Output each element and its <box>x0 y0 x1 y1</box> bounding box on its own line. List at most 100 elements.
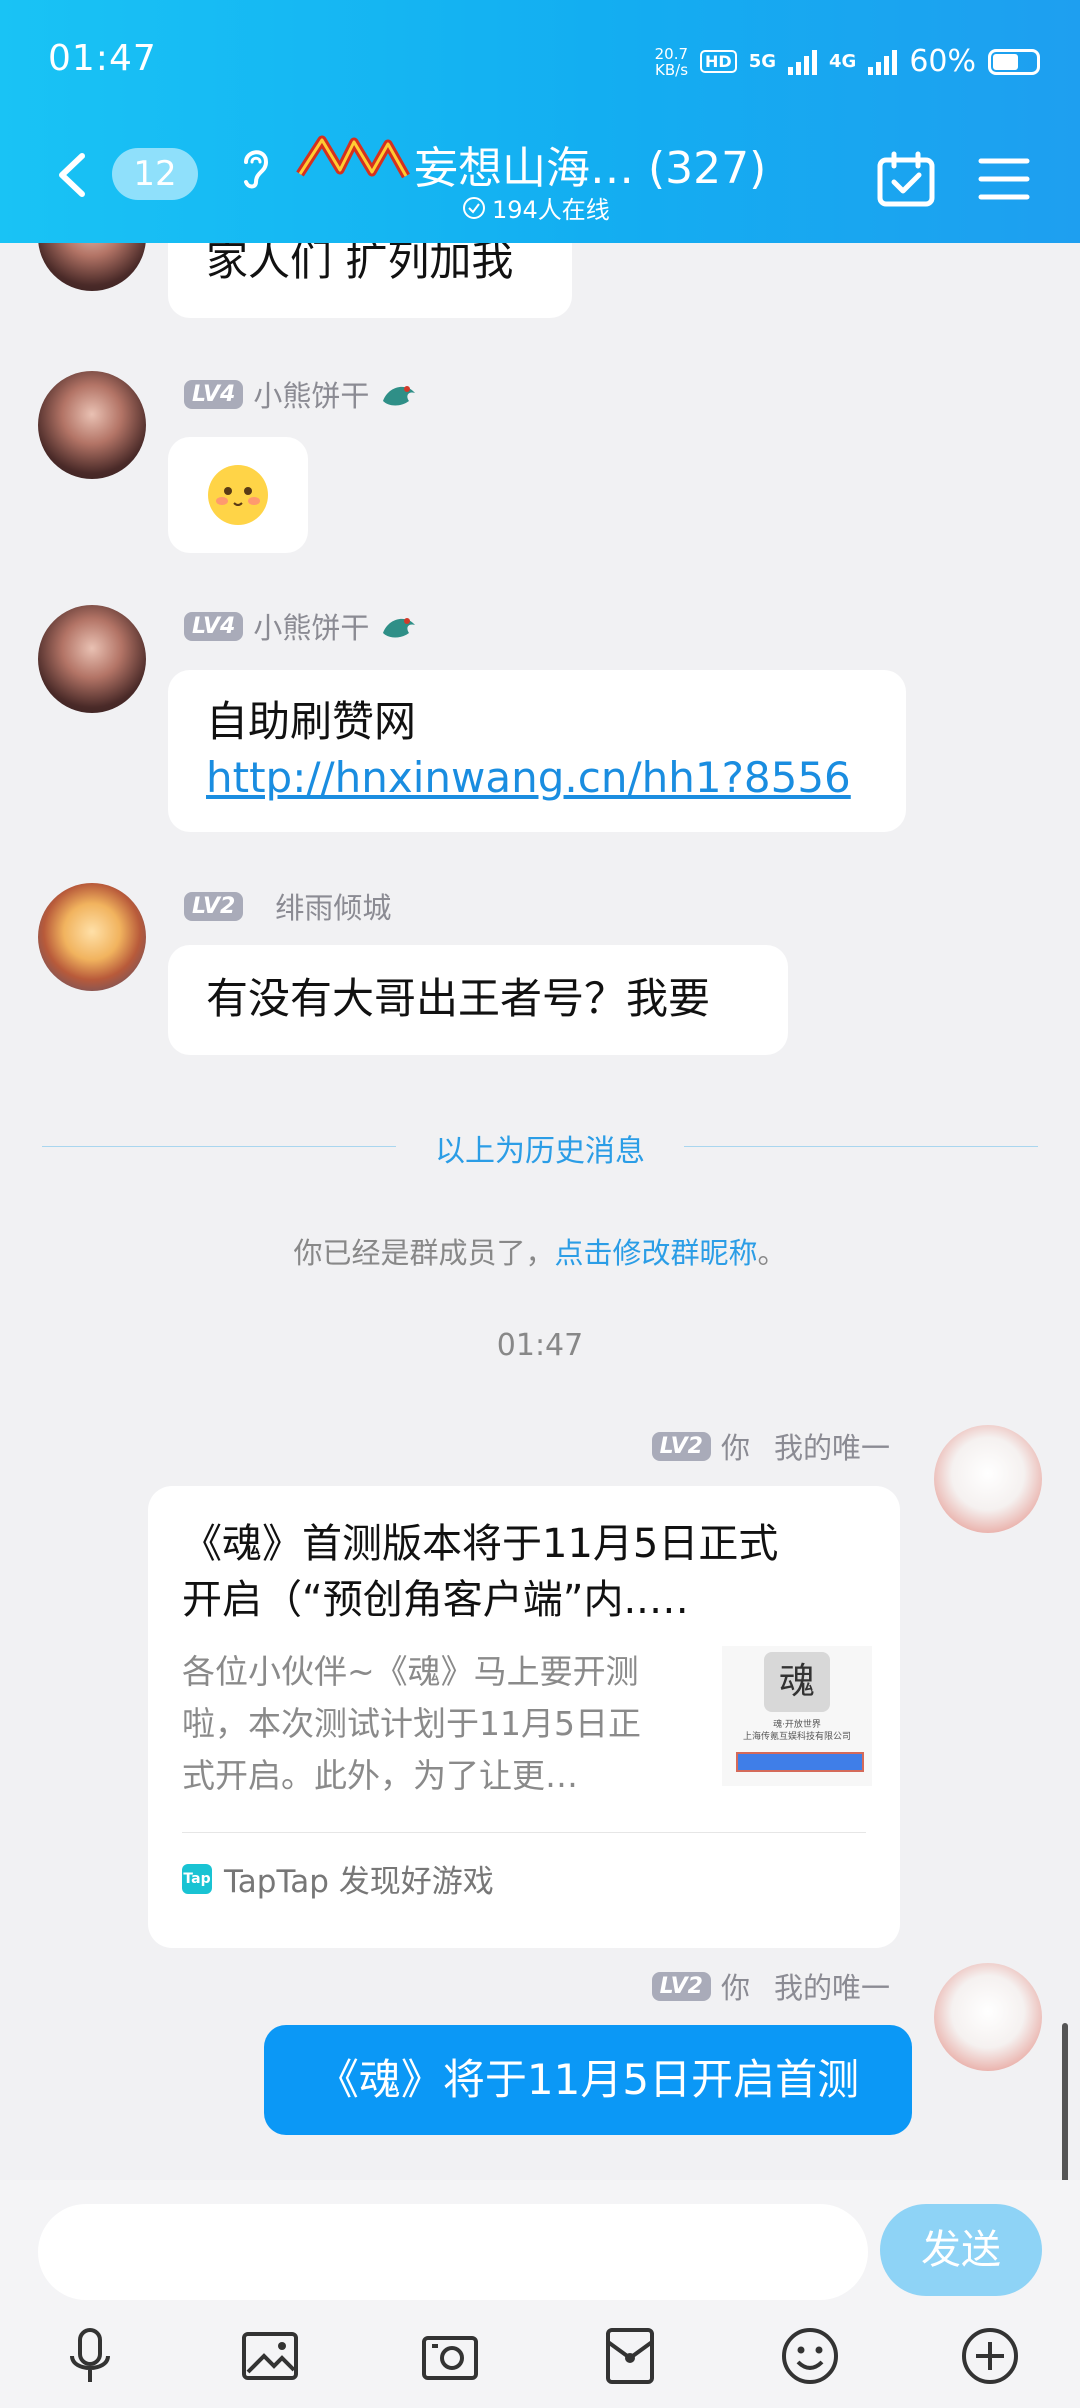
message-text: 家人们 扩列加我 <box>206 243 514 285</box>
send-button[interactable]: 发送 <box>880 2204 1042 2296</box>
share-card-source: Tap TapTap 发现好游戏 <box>182 1856 494 1901</box>
sender-info: LV2 你 我的唯一 <box>651 1425 890 1467</box>
status-bar: 01:47 20.7 KB/s HD 5G 4G 60% <box>48 38 1040 88</box>
online-check-icon <box>463 196 485 219</box>
avatar[interactable] <box>38 883 146 991</box>
thumbnail-publisher: 上海传氪互娱科技有限公司 <box>742 1732 851 1742</box>
level-badge: LV2 <box>184 891 244 921</box>
avatar[interactable] <box>38 243 146 291</box>
share-card-title-line: 《魂》首测版本将于11月5日正式 <box>182 1521 779 1567</box>
thumbnail-game-logo: 魂 <box>764 1652 830 1712</box>
avatar[interactable] <box>38 371 146 479</box>
divider-line <box>684 1146 1038 1147</box>
status-icons: 20.7 KB/s HD 5G 4G 60% <box>655 44 1040 79</box>
group-logo-icon <box>296 135 410 179</box>
level-badge: LV2 <box>651 1431 711 1461</box>
sender-info: LV4 小熊饼干 <box>184 605 419 647</box>
edit-nickname-link[interactable]: 点击修改群昵称 <box>554 1236 757 1270</box>
shy-face-emoji-icon <box>208 465 268 525</box>
share-card-title: 《魂》首测版本将于11月5日正式 开启（“预创角客户端”内..… <box>182 1516 872 1628</box>
system-message-prefix: 你已经是群成员了， <box>293 1236 555 1270</box>
member-count: (327) <box>648 143 767 194</box>
online-status: 194人在线 <box>462 190 610 225</box>
group-title[interactable]: 妄想山海… (327) <box>414 132 766 196</box>
calendar-check-icon[interactable] <box>876 150 936 210</box>
share-card-desc-line: 式开启。此外，为了让更… <box>182 1756 578 1795</box>
system-message: 你已经是群成员了，点击修改群昵称。 <box>0 1230 1080 1272</box>
menu-icon[interactable] <box>978 156 1030 202</box>
level-badge: LV4 <box>184 611 244 641</box>
signal-4g-icon <box>868 49 898 75</box>
level-badge: LV4 <box>184 379 244 409</box>
net-4g-label: 4G <box>829 51 857 72</box>
share-card-desc-line: 各位小伙伴~《魂》马上要开测 <box>182 1652 639 1691</box>
share-card[interactable]: 《魂》首测版本将于11月5日正式 开启（“预创角客户端”内..… 各位小伙伴~《… <box>148 1486 900 1948</box>
message-bubble[interactable]: 家人们 扩列加我 <box>168 243 572 318</box>
share-card-source-name: TapTap 发现好游戏 <box>224 1864 494 1900</box>
online-count: 194人在线 <box>492 196 610 224</box>
share-card-title-line: 开启（“预创角客户端”内..… <box>182 1577 689 1623</box>
dragon-badge-icon <box>383 618 416 638</box>
signal-5g-icon <box>788 49 817 75</box>
my-message-bubble[interactable]: 《魂》将于11月5日开启首测 <box>264 2025 912 2135</box>
share-card-thumbnail: 魂 魂·开放世界 上海传氪互娱科技有限公司 <box>722 1646 872 1786</box>
emoji-icon[interactable] <box>778 2324 842 2388</box>
netspeed-value: 20.7 <box>654 44 689 63</box>
message-text: 自助刷赞网 <box>206 697 417 746</box>
red-packet-icon[interactable] <box>598 2324 662 2388</box>
message-bubble[interactable] <box>168 437 308 553</box>
share-card-description: 各位小伙伴~《魂》马上要开测 啦，本次测试计划于11月5日正 式开启。此外，为了… <box>182 1646 702 1802</box>
plus-icon[interactable] <box>958 2324 1022 2388</box>
hd-icon: HD <box>700 50 737 73</box>
netspeed-unit: KB/s <box>655 60 689 79</box>
level-badge: LV2 <box>651 1971 711 2001</box>
share-card-desc-line: 啦，本次测试计划于11月5日正 <box>182 1704 641 1743</box>
unread-count-badge[interactable]: 12 <box>112 148 198 200</box>
message-timestamp: 01:47 <box>496 1328 584 1363</box>
message-list[interactable]: 家人们 扩列加我 LV4 小熊饼干 LV4 小熊饼干 自助刷赞网 http://… <box>0 243 1080 2180</box>
earpiece-mode-icon[interactable] <box>234 142 274 192</box>
mic-icon[interactable] <box>58 2324 122 2388</box>
thumbnail-button <box>736 1752 864 1772</box>
history-divider: 以上为历史消息 <box>42 1126 1038 1169</box>
sender-info: LV2 绯雨倾城 <box>184 885 391 927</box>
thumbnail-caption: 魂·开放世界 <box>773 1720 821 1730</box>
my-avatar[interactable] <box>934 1963 1042 2071</box>
dragon-badge-icon <box>383 386 416 406</box>
back-icon[interactable] <box>52 150 92 200</box>
group-name: 妄想山海… <box>414 143 634 194</box>
share-card-separator <box>182 1832 866 1833</box>
my-avatar[interactable] <box>934 1425 1042 1533</box>
scrollbar[interactable] <box>1062 2023 1068 2180</box>
input-toolbar <box>0 2318 1080 2398</box>
status-time: 01:47 <box>48 38 157 79</box>
sender-you-label: 你 <box>720 1971 750 2005</box>
system-message-suffix: 。 <box>757 1236 787 1270</box>
message-input[interactable] <box>38 2204 868 2300</box>
sender-name[interactable]: 我的唯一 <box>774 1965 890 2007</box>
message-bubble[interactable]: 有没有大哥出王者号？我要 <box>168 945 788 1055</box>
sender-name[interactable]: 我的唯一 <box>774 1425 890 1467</box>
title-bar: 01:47 20.7 KB/s HD 5G 4G 60% 12 妄想山海… (3… <box>0 0 1080 243</box>
sender-name[interactable]: 绯雨倾城 <box>275 885 391 927</box>
chat-nav: 12 妄想山海… (327) 194人在线 <box>0 128 1080 228</box>
net-5g-label: 5G <box>748 51 776 72</box>
battery-fill <box>993 53 1018 70</box>
sender-name[interactable]: 小熊饼干 <box>253 373 369 415</box>
sender-info: LV2 你 我的唯一 <box>651 1965 890 2007</box>
history-divider-label: 以上为历史消息 <box>435 1134 645 1169</box>
image-icon[interactable] <box>238 2324 302 2388</box>
sender-you-label: 你 <box>720 1431 750 1465</box>
sender-name[interactable]: 小熊饼干 <box>253 605 369 647</box>
battery-icon <box>988 48 1040 75</box>
input-bar: 发送 <box>0 2180 1080 2408</box>
netspeed: 20.7 KB/s <box>655 46 688 78</box>
message-text: 有没有大哥出王者号？我要 <box>206 974 711 1023</box>
battery-percent: 60% <box>909 44 976 79</box>
message-bubble[interactable]: 自助刷赞网 http://hnxinwang.cn/hh1?8556 <box>168 670 906 832</box>
avatar[interactable] <box>38 605 146 713</box>
message-link[interactable]: http://hnxinwang.cn/hh1?8556 <box>206 750 868 806</box>
taptap-logo-icon: Tap <box>182 1863 212 1894</box>
sender-info: LV4 小熊饼干 <box>184 373 419 415</box>
camera-icon[interactable] <box>418 2324 482 2388</box>
